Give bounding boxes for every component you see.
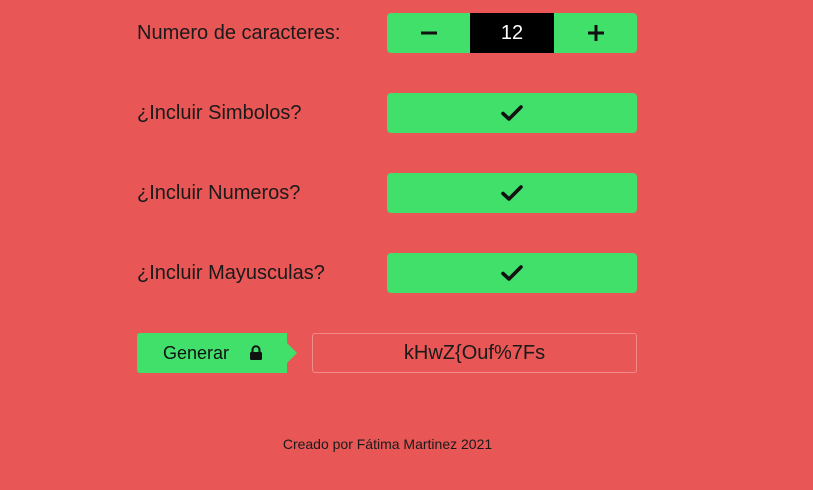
password-text: kHwZ{Ouf%7Fs — [403, 341, 546, 364]
plus-icon — [587, 25, 604, 41]
lock-icon — [250, 345, 262, 360]
password-output[interactable]: kHwZ{Ouf%7Fs — [312, 333, 637, 373]
numbers-label: ¿Incluir Numeros? — [137, 181, 301, 204]
uppercase-label: ¿Incluir Mayusculas? — [137, 261, 325, 284]
length-label: Numero de caracteres: — [137, 21, 341, 44]
symbols-label: ¿Incluir Simbolos? — [137, 101, 302, 124]
generate-button[interactable]: Generar — [137, 333, 297, 373]
numbers-toggle[interactable] — [387, 173, 637, 213]
increase-button[interactable] — [554, 13, 637, 53]
symbols-toggle[interactable] — [387, 93, 637, 133]
check-icon — [501, 185, 523, 201]
generate-label: Generar — [163, 342, 230, 363]
check-icon — [501, 105, 523, 121]
uppercase-row: ¿Incluir Mayusculas? — [137, 253, 637, 293]
decrease-button[interactable] — [387, 13, 470, 53]
footer-credit: Creado por Fátima Martinez 2021 — [282, 436, 493, 452]
length-value: 12 — [470, 13, 554, 53]
length-stepper[interactable]: 12 — [387, 13, 637, 53]
minus-icon — [420, 31, 437, 35]
numbers-row: ¿Incluir Numeros? — [137, 173, 637, 213]
length-row: Numero de caracteres: 12 — [137, 13, 637, 53]
check-icon — [501, 265, 523, 281]
uppercase-toggle[interactable] — [387, 253, 637, 293]
symbols-row: ¿Incluir Simbolos? — [137, 93, 637, 133]
